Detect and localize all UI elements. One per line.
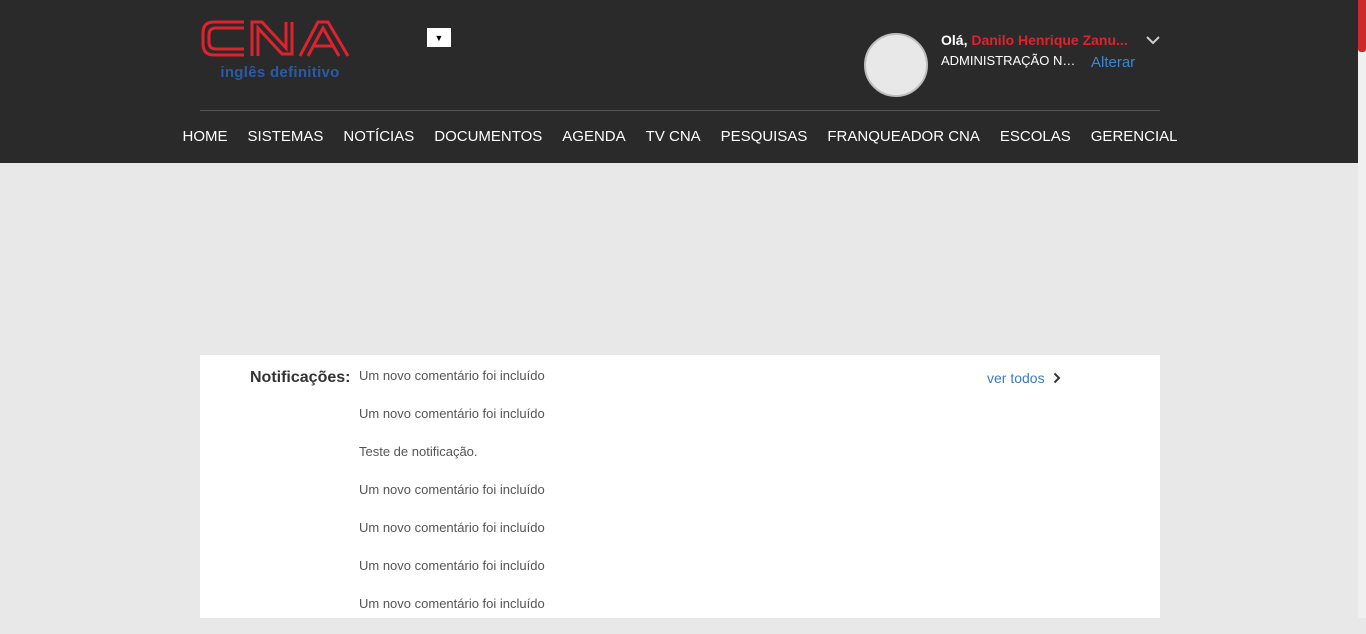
avatar[interactable]: [864, 33, 928, 97]
nav-item-franqueador-cna[interactable]: FRANQUEADOR CNA: [817, 128, 990, 145]
notification-item[interactable]: Um novo comentário foi incluído: [359, 596, 545, 634]
dropdown-arrow-icon: ▼: [434, 32, 444, 43]
see-all-link[interactable]: ver todos: [987, 370, 1061, 386]
nav-item-home[interactable]: HOME: [173, 128, 238, 145]
logo-tagline: inglês definitivo: [220, 64, 340, 81]
nav-item-sistemas[interactable]: SISTEMAS: [238, 128, 334, 145]
change-department-link[interactable]: Alterar: [1091, 54, 1135, 71]
notification-item[interactable]: Um novo comentário foi incluído: [359, 368, 545, 406]
cna-logo-mark: [201, 20, 350, 57]
nav-item-pesquisas[interactable]: PESQUISAS: [711, 128, 818, 145]
scrollbar-thumb[interactable]: [1358, 0, 1366, 52]
language-select[interactable]: ▼: [427, 28, 451, 47]
scrollbar-track[interactable]: [1358, 0, 1366, 618]
notification-item[interactable]: Um novo comentário foi incluído: [359, 558, 545, 596]
user-name[interactable]: Danilo Henrique Zanu...: [971, 32, 1127, 48]
nav-item-agenda[interactable]: AGENDA: [552, 128, 635, 145]
notification-item[interactable]: Um novo comentário foi incluído: [359, 482, 545, 520]
notifications-label: Notificações:: [250, 369, 351, 386]
user-department: ADMINISTRAÇÃO NA...: [941, 53, 1076, 68]
header: inglês definitivo ▼ Olá, Danilo Henrique…: [0, 0, 1358, 163]
notifications-panel: Notificações: Um novo comentário foi inc…: [200, 355, 1160, 618]
nav-item-escolas[interactable]: ESCOLAS: [990, 128, 1081, 145]
nav-item-noticias[interactable]: NOTÍCIAS: [333, 128, 424, 145]
cna-logo[interactable]: inglês definitivo: [200, 18, 352, 84]
notification-item[interactable]: Um novo comentário foi incluído: [359, 406, 545, 444]
notifications-list: Um novo comentário foi incluído Um novo …: [359, 368, 545, 634]
chevron-down-icon[interactable]: [1145, 33, 1161, 47]
chevron-right-icon: [1053, 372, 1061, 384]
main-nav: HOME SISTEMAS NOTÍCIAS DOCUMENTOS AGENDA…: [183, 111, 1178, 161]
notification-item[interactable]: Teste de notificação.: [359, 444, 545, 482]
greeting-text: Olá,: [941, 32, 968, 48]
user-greeting: Olá, Danilo Henrique Zanu...: [941, 32, 1136, 48]
nav-item-tv-cna[interactable]: TV CNA: [636, 128, 711, 145]
notification-item[interactable]: Um novo comentário foi incluído: [359, 520, 545, 558]
see-all-label: ver todos: [987, 370, 1045, 386]
nav-item-documentos[interactable]: DOCUMENTOS: [424, 128, 552, 145]
nav-item-gerencial[interactable]: GERENCIAL: [1081, 128, 1188, 145]
